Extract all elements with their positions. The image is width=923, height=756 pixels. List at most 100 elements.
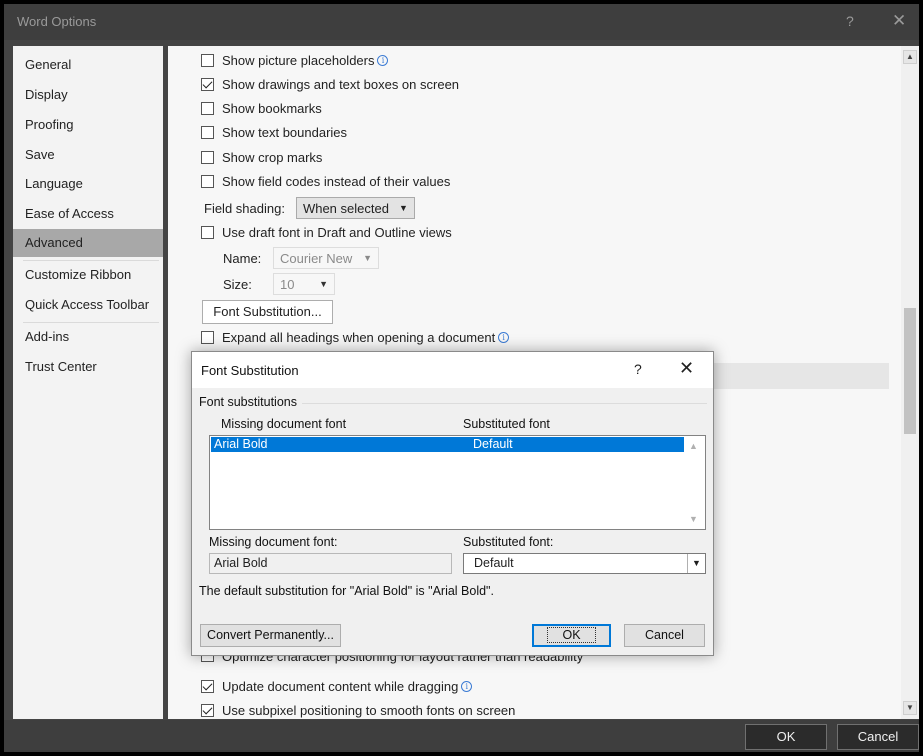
font-substitution-dialog: Font Substitution ? ✕ Font substitutions…: [191, 351, 714, 656]
checkbox-use-draft-font[interactable]: [201, 225, 214, 239]
sidebar-item-trust-center[interactable]: Trust Center: [13, 353, 163, 381]
sidebar-item-language[interactable]: Language: [13, 170, 163, 198]
option-label: Show text boundaries: [222, 124, 348, 140]
list-item-missing: Arial Bold: [214, 437, 268, 451]
checkbox-show-picture-placeholders[interactable]: [201, 53, 214, 67]
chevron-down-icon: ▼: [363, 253, 372, 263]
draft-size-row: Size: 10 ▼: [223, 273, 335, 295]
substituted-font-combo[interactable]: Default ▼: [463, 553, 706, 574]
checkbox-optimize-character[interactable]: [201, 655, 214, 662]
substituted-font-value: Default: [474, 556, 514, 570]
draft-name-row: Name: Courier New ▼: [223, 247, 379, 269]
dialog-ok-button[interactable]: OK: [532, 624, 611, 647]
dialog-title: Font Substitution: [201, 363, 299, 378]
sidebar-item-save[interactable]: Save: [13, 141, 163, 169]
close-icon[interactable]: ✕: [679, 358, 694, 379]
option-optimize-character[interactable]: Optimize character positioning for layou…: [201, 655, 583, 669]
draft-size-dropdown[interactable]: 10 ▼: [273, 273, 335, 295]
close-icon[interactable]: ✕: [892, 11, 906, 31]
option-update-content-dragging[interactable]: Update document content while dragging i: [201, 676, 473, 696]
missing-font-field: Arial Bold: [209, 553, 452, 574]
scrollbar-thumb[interactable]: [904, 308, 916, 434]
checkbox-show-bookmarks[interactable]: [201, 101, 214, 115]
list-item[interactable]: Arial Bold Default: [211, 437, 684, 452]
checkbox-expand-headings[interactable]: [201, 330, 214, 344]
font-substitutions-group-label: Font substitutions: [199, 395, 297, 409]
substitutions-list[interactable]: Arial Bold Default ▲ ▼: [209, 435, 706, 530]
option-label: Optimize character positioning for layou…: [222, 655, 584, 664]
scroll-down-icon[interactable]: ▼: [903, 701, 917, 715]
substitution-note: The default substitution for "Arial Bold…: [199, 584, 494, 598]
option-label: Update document content while dragging: [222, 678, 459, 694]
font-substitution-button[interactable]: Font Substitution...: [202, 300, 333, 324]
sidebar-item-display[interactable]: Display: [13, 81, 163, 109]
option-label: Show picture placeholders: [222, 52, 375, 68]
info-icon: i: [377, 54, 389, 66]
draft-name-dropdown[interactable]: Courier New ▼: [273, 247, 379, 269]
checkbox-show-text-boundaries[interactable]: [201, 125, 214, 139]
sidebar-item-customize-ribbon[interactable]: Customize Ribbon: [13, 261, 163, 289]
field-shading-value: When selected: [302, 200, 389, 216]
option-subpixel-positioning[interactable]: Use subpixel positioning to smooth fonts…: [201, 700, 515, 719]
option-label: Show field codes instead of their values: [222, 173, 451, 189]
chevron-up-icon[interactable]: ▲: [689, 441, 698, 451]
option-show-picture-placeholders[interactable]: Show picture placeholders i: [201, 50, 389, 70]
checkbox-update-content-dragging[interactable]: [201, 679, 214, 693]
draft-size-label: Size:: [223, 276, 252, 292]
option-label: Show drawings and text boxes on screen: [222, 76, 460, 92]
vertical-scrollbar[interactable]: ▲ ▼: [901, 46, 919, 719]
group-divider: [302, 403, 707, 404]
option-show-crop-marks[interactable]: Show crop marks: [201, 147, 322, 167]
option-label: Expand all headings when opening a docum…: [222, 329, 496, 345]
option-show-text-boundaries[interactable]: Show text boundaries: [201, 122, 347, 142]
sidebar-item-quick-access-toolbar[interactable]: Quick Access Toolbar: [13, 291, 163, 319]
missing-font-label: Missing document font:: [209, 535, 338, 549]
title-bar: Word Options ? ✕: [4, 4, 919, 40]
sidebar-item-add-ins[interactable]: Add-ins: [13, 323, 163, 351]
chevron-down-icon: ▼: [399, 203, 408, 213]
checkbox-show-field-codes[interactable]: [201, 174, 214, 188]
dialog-title-bar: Font Substitution ? ✕: [192, 352, 713, 388]
option-label: Show crop marks: [222, 149, 323, 165]
chevron-down-icon[interactable]: ▼: [689, 514, 698, 524]
column-header-substituted: Substituted font: [463, 417, 550, 431]
info-icon: i: [461, 680, 473, 692]
option-show-bookmarks[interactable]: Show bookmarks: [201, 98, 322, 118]
sidebar-item-advanced[interactable]: Advanced: [13, 229, 163, 257]
convert-permanently-button[interactable]: Convert Permanently...: [200, 624, 341, 647]
field-shading-dropdown[interactable]: When selected ▼: [295, 197, 415, 219]
help-icon[interactable]: ?: [634, 361, 642, 377]
column-header-missing: Missing document font: [221, 417, 347, 431]
substituted-font-label: Substituted font:: [463, 535, 554, 549]
dialog-ok-label: OK: [547, 627, 596, 643]
draft-name-label: Name:: [223, 250, 262, 266]
option-label: Use draft font in Draft and Outline view…: [222, 224, 452, 240]
footer-bar: OK Cancel: [4, 720, 919, 752]
option-use-draft-font[interactable]: Use draft font in Draft and Outline view…: [201, 222, 452, 242]
option-label: Use subpixel positioning to smooth fonts…: [222, 702, 516, 718]
chevron-down-icon: ▼: [319, 279, 328, 289]
option-label: Show bookmarks: [222, 100, 322, 116]
option-show-field-codes[interactable]: Show field codes instead of their values: [201, 171, 450, 191]
window-title: Word Options: [17, 14, 97, 29]
sidebar-item-proofing[interactable]: Proofing: [13, 111, 163, 139]
sidebar-item-ease-of-access[interactable]: Ease of Access: [13, 200, 163, 228]
list-item-substituted: Default: [473, 437, 513, 451]
option-show-drawings[interactable]: Show drawings and text boxes on screen: [201, 74, 459, 94]
info-icon: i: [498, 331, 510, 343]
sidebar: General Display Proofing Save Language E…: [13, 46, 163, 719]
cancel-button[interactable]: Cancel: [837, 724, 919, 750]
scroll-up-icon[interactable]: ▲: [903, 50, 917, 64]
dialog-cancel-button[interactable]: Cancel: [624, 624, 705, 647]
checkbox-subpixel-positioning[interactable]: [201, 703, 214, 717]
field-shading-row: Field shading: When selected ▼: [204, 196, 415, 220]
sidebar-item-general[interactable]: General: [13, 51, 163, 79]
help-icon[interactable]: ?: [846, 13, 854, 29]
chevron-down-icon[interactable]: ▼: [687, 554, 705, 573]
ok-button[interactable]: OK: [745, 724, 827, 750]
option-expand-headings[interactable]: Expand all headings when opening a docum…: [201, 327, 510, 347]
draft-name-value: Courier New: [280, 250, 353, 266]
checkbox-show-drawings[interactable]: [201, 77, 214, 91]
checkbox-show-crop-marks[interactable]: [201, 150, 214, 164]
draft-size-value: 10: [280, 276, 295, 292]
